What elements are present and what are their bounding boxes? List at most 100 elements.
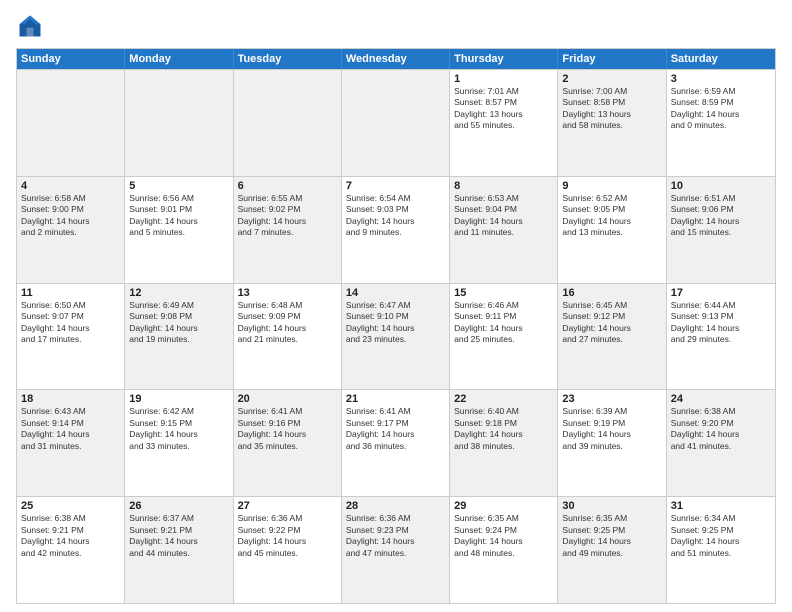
- header-day-wednesday: Wednesday: [342, 49, 450, 69]
- day-number: 8: [454, 180, 553, 192]
- cell-line: Sunset: 9:04 PM: [454, 204, 553, 215]
- cell-line: and 11 minutes.: [454, 227, 553, 238]
- cell-line: Sunrise: 6:36 AM: [346, 513, 445, 524]
- cell-line: Sunset: 9:22 PM: [238, 525, 337, 536]
- day-number: 7: [346, 180, 445, 192]
- cell-line: and 23 minutes.: [346, 334, 445, 345]
- cell-line: and 21 minutes.: [238, 334, 337, 345]
- calendar-cell-2: 2Sunrise: 7:00 AMSunset: 8:58 PMDaylight…: [558, 70, 666, 176]
- header: [16, 12, 776, 40]
- day-number: 19: [129, 393, 228, 405]
- cell-line: Sunset: 9:15 PM: [129, 418, 228, 429]
- header-day-monday: Monday: [125, 49, 233, 69]
- cell-line: Sunset: 9:01 PM: [129, 204, 228, 215]
- calendar-cell-3: 3Sunrise: 6:59 AMSunset: 8:59 PMDaylight…: [667, 70, 775, 176]
- cell-line: Daylight: 14 hours: [238, 536, 337, 547]
- day-number: 9: [562, 180, 661, 192]
- cell-line: Sunset: 9:23 PM: [346, 525, 445, 536]
- cell-line: Sunset: 9:10 PM: [346, 311, 445, 322]
- cell-line: and 15 minutes.: [671, 227, 771, 238]
- calendar-cell-7: 7Sunrise: 6:54 AMSunset: 9:03 PMDaylight…: [342, 177, 450, 283]
- logo: [16, 12, 48, 40]
- cell-line: and 48 minutes.: [454, 548, 553, 559]
- cell-line: and 0 minutes.: [671, 120, 771, 131]
- cell-line: Sunset: 9:09 PM: [238, 311, 337, 322]
- cell-line: Sunrise: 6:35 AM: [454, 513, 553, 524]
- cell-line: Sunrise: 6:59 AM: [671, 86, 771, 97]
- cell-line: Daylight: 14 hours: [454, 323, 553, 334]
- day-number: 13: [238, 287, 337, 299]
- cell-line: and 27 minutes.: [562, 334, 661, 345]
- cell-line: Daylight: 14 hours: [562, 536, 661, 547]
- header-day-tuesday: Tuesday: [234, 49, 342, 69]
- cell-line: Sunrise: 6:58 AM: [21, 193, 120, 204]
- calendar-cell-19: 19Sunrise: 6:42 AMSunset: 9:15 PMDayligh…: [125, 390, 233, 496]
- cell-line: Sunrise: 6:38 AM: [21, 513, 120, 524]
- cell-line: and 19 minutes.: [129, 334, 228, 345]
- cell-line: and 13 minutes.: [562, 227, 661, 238]
- cell-line: Daylight: 14 hours: [562, 429, 661, 440]
- calendar-body: 1Sunrise: 7:01 AMSunset: 8:57 PMDaylight…: [17, 69, 775, 603]
- calendar-cell-20: 20Sunrise: 6:41 AMSunset: 9:16 PMDayligh…: [234, 390, 342, 496]
- day-number: 21: [346, 393, 445, 405]
- calendar-cell-30: 30Sunrise: 6:35 AMSunset: 9:25 PMDayligh…: [558, 497, 666, 603]
- header-day-saturday: Saturday: [667, 49, 775, 69]
- cell-line: Daylight: 14 hours: [129, 536, 228, 547]
- calendar-cell-27: 27Sunrise: 6:36 AMSunset: 9:22 PMDayligh…: [234, 497, 342, 603]
- cell-line: Sunset: 9:16 PM: [238, 418, 337, 429]
- cell-line: Daylight: 14 hours: [671, 536, 771, 547]
- calendar-cell-empty-0-1: [125, 70, 233, 176]
- day-number: 3: [671, 73, 771, 85]
- cell-line: Sunrise: 6:39 AM: [562, 406, 661, 417]
- cell-line: Sunrise: 6:34 AM: [671, 513, 771, 524]
- cell-line: Sunset: 9:02 PM: [238, 204, 337, 215]
- day-number: 20: [238, 393, 337, 405]
- day-number: 23: [562, 393, 661, 405]
- cell-line: Sunrise: 7:01 AM: [454, 86, 553, 97]
- cell-line: Daylight: 14 hours: [129, 429, 228, 440]
- day-number: 6: [238, 180, 337, 192]
- day-number: 11: [21, 287, 120, 299]
- day-number: 27: [238, 500, 337, 512]
- day-number: 10: [671, 180, 771, 192]
- cell-line: Daylight: 14 hours: [238, 429, 337, 440]
- cell-line: Daylight: 14 hours: [21, 323, 120, 334]
- cell-line: Sunset: 9:08 PM: [129, 311, 228, 322]
- cell-line: and 42 minutes.: [21, 548, 120, 559]
- calendar-cell-empty-0-0: [17, 70, 125, 176]
- header-day-friday: Friday: [558, 49, 666, 69]
- cell-line: and 2 minutes.: [21, 227, 120, 238]
- cell-line: Daylight: 14 hours: [238, 323, 337, 334]
- cell-line: Sunset: 9:03 PM: [346, 204, 445, 215]
- cell-line: and 49 minutes.: [562, 548, 661, 559]
- day-number: 4: [21, 180, 120, 192]
- cell-line: and 55 minutes.: [454, 120, 553, 131]
- cell-line: Sunset: 9:24 PM: [454, 525, 553, 536]
- calendar-cell-15: 15Sunrise: 6:46 AMSunset: 9:11 PMDayligh…: [450, 284, 558, 390]
- cell-line: and 9 minutes.: [346, 227, 445, 238]
- cell-line: Sunrise: 6:45 AM: [562, 300, 661, 311]
- cell-line: Sunrise: 6:41 AM: [238, 406, 337, 417]
- cell-line: Sunset: 9:00 PM: [21, 204, 120, 215]
- cell-line: Daylight: 14 hours: [671, 216, 771, 227]
- calendar-cell-13: 13Sunrise: 6:48 AMSunset: 9:09 PMDayligh…: [234, 284, 342, 390]
- cell-line: and 39 minutes.: [562, 441, 661, 452]
- cell-line: Daylight: 14 hours: [238, 216, 337, 227]
- cell-line: Sunrise: 6:44 AM: [671, 300, 771, 311]
- cell-line: Sunrise: 6:53 AM: [454, 193, 553, 204]
- logo-icon: [16, 12, 44, 40]
- cell-line: Sunset: 9:17 PM: [346, 418, 445, 429]
- day-number: 15: [454, 287, 553, 299]
- day-number: 24: [671, 393, 771, 405]
- cell-line: and 35 minutes.: [238, 441, 337, 452]
- calendar: SundayMondayTuesdayWednesdayThursdayFrid…: [16, 48, 776, 604]
- calendar-cell-31: 31Sunrise: 6:34 AMSunset: 9:25 PMDayligh…: [667, 497, 775, 603]
- day-number: 17: [671, 287, 771, 299]
- cell-line: Daylight: 14 hours: [454, 536, 553, 547]
- calendar-cell-22: 22Sunrise: 6:40 AMSunset: 9:18 PMDayligh…: [450, 390, 558, 496]
- cell-line: Daylight: 14 hours: [129, 323, 228, 334]
- cell-line: Daylight: 14 hours: [346, 536, 445, 547]
- cell-line: Sunset: 9:21 PM: [129, 525, 228, 536]
- cell-line: Sunset: 9:06 PM: [671, 204, 771, 215]
- cell-line: Sunrise: 6:41 AM: [346, 406, 445, 417]
